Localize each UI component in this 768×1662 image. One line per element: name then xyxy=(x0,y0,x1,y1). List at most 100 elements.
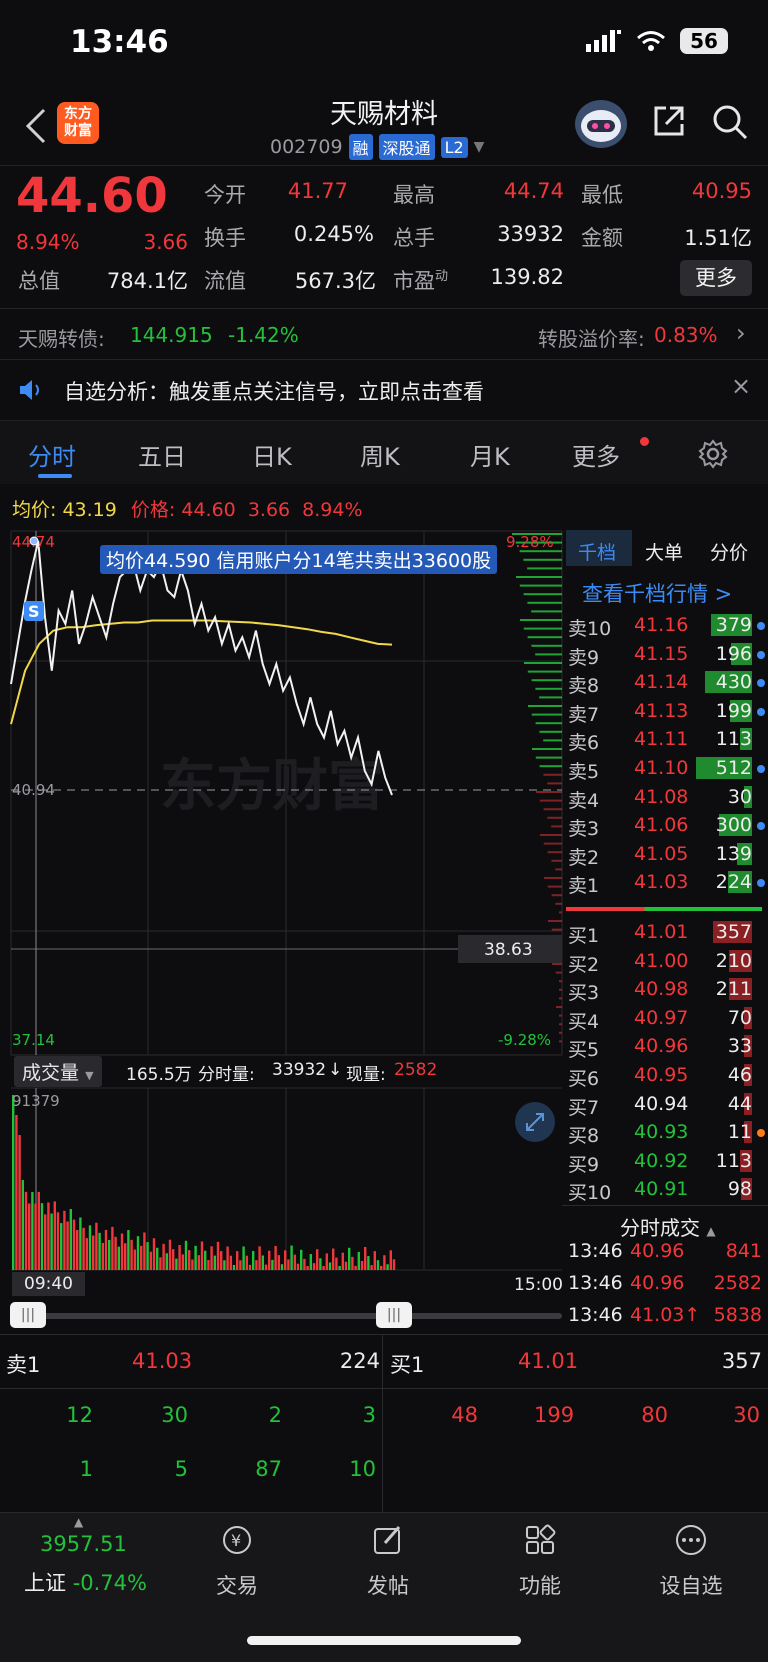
chevron-down-icon[interactable]: ▼ xyxy=(474,139,485,155)
sum-sell-vol: 224 xyxy=(339,1349,380,1373)
depth-bar xyxy=(524,662,562,664)
tab-weekly-k[interactable]: 周K xyxy=(360,437,400,472)
buy-queue-order: 199 xyxy=(534,1403,575,1427)
ask-row[interactable]: 卖6 41.11 113 xyxy=(568,726,766,754)
bid-row[interactable]: 买9 40.92 113 xyxy=(568,1148,766,1176)
volume-bar xyxy=(248,1264,252,1270)
bid-row[interactable]: 买3 40.98 211 xyxy=(568,976,766,1004)
ask-row[interactable]: 卖5 41.10 512 xyxy=(568,755,766,783)
intraday-chart[interactable]: 东方财富 S 44.74 9.28% 40.94 38.63 37.14 -9.… xyxy=(0,525,565,1065)
ask-volume: 512 xyxy=(715,757,752,779)
indicator-selector[interactable]: 成交量 ▼ xyxy=(14,1056,102,1087)
close-icon[interactable]: × xyxy=(731,372,751,400)
volume-bar xyxy=(207,1260,210,1270)
tab-intraday[interactable]: 分时 xyxy=(28,437,76,472)
tab-daily-k[interactable]: 日K xyxy=(252,437,292,472)
volume-bar xyxy=(95,1222,98,1270)
search-icon[interactable] xyxy=(712,104,748,140)
robot-assistant-icon[interactable] xyxy=(575,100,627,148)
tab-more[interactable]: 更多 xyxy=(572,437,620,472)
edit-icon xyxy=(374,1526,401,1554)
bid-row[interactable]: 买2 41.00 210 xyxy=(568,948,766,976)
depth-bar xyxy=(535,687,562,690)
fenshi-value: 33932 xyxy=(272,1060,327,1080)
ask-row[interactable]: 卖8 41.14 430 xyxy=(568,669,766,697)
volume-bar xyxy=(312,1263,316,1270)
slider-handle-left[interactable]: ||| xyxy=(10,1302,46,1328)
depth-bar xyxy=(547,816,562,819)
slider-handle-right[interactable]: ||| xyxy=(376,1302,412,1328)
svg-text:¥: ¥ xyxy=(231,1531,241,1550)
volume-bar xyxy=(88,1225,92,1270)
depth-bar xyxy=(555,902,562,905)
volume-header: 成交量 ▼ 165.5万 分时量: 33932 ↓ 现量: 2582 xyxy=(10,1052,565,1087)
volume-bar xyxy=(232,1264,236,1270)
book-tab-big-order[interactable]: 大单 xyxy=(645,538,683,565)
y-bottom-label: 37.14 xyxy=(12,1031,55,1049)
convertible-bond-row[interactable]: 天赐转债: 144.915 -1.42% 转股溢价率: 0.83% › xyxy=(0,308,768,360)
ask-volume: 430 xyxy=(715,671,752,694)
more-button[interactable]: 更多 xyxy=(680,260,752,296)
volume-total: 165.5万 xyxy=(126,1065,192,1085)
depth-bar xyxy=(548,920,562,922)
bond-change: -1.42% xyxy=(228,323,299,347)
index-ticker[interactable]: 上证 -0.74% xyxy=(24,1567,147,1597)
notice-bar[interactable]: 自选分析：触发重点关注信号，立即点击查看 × xyxy=(0,362,768,418)
ask-row[interactable]: 卖4 41.08 30 xyxy=(568,784,766,812)
nav-functions[interactable]: 功能 xyxy=(485,1523,595,1600)
depth-link[interactable]: 查看千档行情 > xyxy=(582,578,732,608)
bid-row[interactable]: 买4 40.97 70 xyxy=(568,1005,766,1033)
nav-trade[interactable]: ¥ 交易 xyxy=(182,1523,292,1600)
trade-time: 13:46 xyxy=(568,1240,623,1262)
ask-row[interactable]: 卖3 41.06 300 xyxy=(568,812,766,840)
index-value[interactable]: 3957.51 xyxy=(40,1532,127,1556)
trade-price: 40.96 xyxy=(630,1240,685,1262)
price-label: 价格: xyxy=(130,499,176,521)
settings-gear-icon[interactable] xyxy=(698,439,728,469)
nav-post[interactable]: 发帖 xyxy=(333,1523,443,1600)
volume-bar xyxy=(226,1246,229,1270)
tag-margin: 融 xyxy=(348,134,373,160)
volume-bar xyxy=(184,1240,188,1270)
bid-volume: 11 xyxy=(727,1121,752,1144)
depth-bar xyxy=(559,980,562,983)
book-tab-price[interactable]: 分价 xyxy=(710,538,748,565)
volume-bar xyxy=(12,1095,15,1270)
volume-bar xyxy=(268,1250,271,1270)
ask-row[interactable]: 卖2 41.05 139 xyxy=(568,841,766,869)
bid-row[interactable]: 买6 40.95 46 xyxy=(568,1062,766,1090)
ask-price: 41.15 xyxy=(634,642,689,665)
depth-bar xyxy=(540,834,562,836)
ask-row[interactable]: 卖7 41.13 199 xyxy=(568,698,766,726)
book-tab-depth[interactable]: 千档 xyxy=(578,538,616,565)
bid-row[interactable]: 买7 40.94 44 xyxy=(568,1091,766,1119)
trades-title[interactable]: 分时成交 ▲ xyxy=(620,1212,716,1241)
ask-level-label: 卖8 xyxy=(568,675,600,698)
bid-price: 40.91 xyxy=(634,1178,689,1201)
chevron-up-icon[interactable]: ▲ xyxy=(74,1515,83,1529)
volume-bar xyxy=(367,1256,370,1270)
order-dot-icon xyxy=(757,679,765,688)
bid-row[interactable]: 买10 40.91 98 xyxy=(568,1176,766,1204)
depth-bar xyxy=(531,713,562,716)
depth-bar xyxy=(547,851,562,854)
depth-bar xyxy=(555,868,562,871)
nav-add-watchlist[interactable]: 设自选 xyxy=(636,1523,746,1600)
volume-bar xyxy=(290,1245,293,1270)
time-range-slider[interactable]: ||| ||| xyxy=(0,1300,565,1330)
bid-row[interactable]: 买1 41.01 357 xyxy=(568,919,766,947)
ask-row[interactable]: 卖9 41.15 196 xyxy=(568,641,766,669)
bid-row[interactable]: 买8 40.93 11 xyxy=(568,1119,766,1147)
ask-row[interactable]: 卖1 41.03 224 xyxy=(568,869,766,897)
ask-row[interactable]: 卖10 41.16 379 xyxy=(568,612,766,640)
volume-chart[interactable]: 91379 xyxy=(0,1086,565,1276)
chart-annotation[interactable]: 均价44.590 信用账户分14笔共卖出33600股 xyxy=(100,545,498,574)
share-icon[interactable] xyxy=(652,104,686,138)
bid-row[interactable]: 买5 40.96 33 xyxy=(568,1033,766,1061)
volume-bar xyxy=(140,1245,143,1270)
tab-monthly-k[interactable]: 月K xyxy=(470,437,510,472)
volume-bar xyxy=(18,1135,21,1270)
volume-bar xyxy=(325,1253,328,1270)
tab-five-day[interactable]: 五日 xyxy=(138,437,186,472)
volume-bar xyxy=(191,1259,194,1270)
